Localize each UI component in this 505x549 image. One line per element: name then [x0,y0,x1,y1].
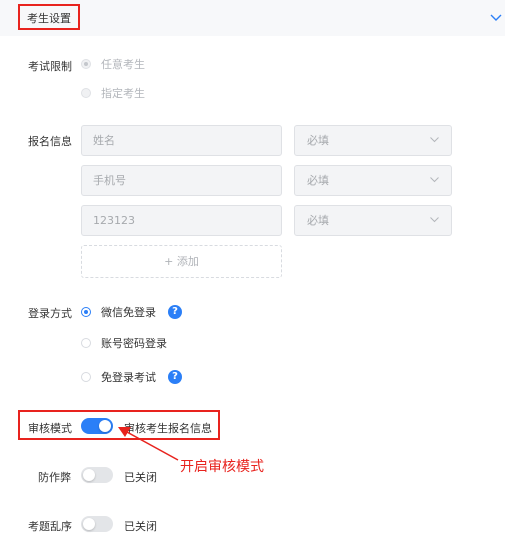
annotation-text: 开启审核模式 [180,459,264,475]
chevron-down-icon [430,137,439,143]
chevron-down-icon[interactable] [489,10,503,24]
add-field-button[interactable]: + 添加 [81,245,282,278]
shuffle-status: 已关闭 [124,520,157,533]
required-select[interactable]: 必填 [294,205,452,236]
required-select[interactable]: 必填 [294,165,452,196]
help-icon[interactable]: ? [168,370,182,384]
required-select-value: 必填 [307,174,329,187]
signup-field-name[interactable]: 姓名 [81,125,282,156]
chevron-down-icon [430,177,439,183]
radio-no-login[interactable]: 免登录考试 ? [81,369,182,385]
exam-limit-label: 考试限制 [28,60,72,73]
signup-field-phone[interactable]: 手机号 [81,165,282,196]
radio-button[interactable] [81,307,91,317]
toggle-knob [83,518,95,530]
radio-button[interactable] [81,372,91,382]
signup-info-label: 报名信息 [28,135,72,148]
required-select[interactable]: 必填 [294,125,452,156]
chevron-down-icon [430,217,439,223]
signup-field-custom[interactable]: 123123 [81,205,282,236]
radio-wechat-login[interactable]: 微信免登录 ? [81,304,182,320]
help-icon[interactable]: ? [168,305,182,319]
anti-cheat-label: 防作弊 [38,471,71,484]
anti-cheat-toggle[interactable] [81,467,113,483]
section-header[interactable]: 考生设置 [0,0,505,36]
required-select-value: 必填 [307,134,329,147]
shuffle-label: 考题乱序 [28,520,72,533]
required-select-value: 必填 [307,214,329,227]
radio-button[interactable] [81,338,91,348]
radio-any-examinee[interactable]: 任意考生 [81,56,145,72]
shuffle-toggle[interactable] [81,516,113,532]
radio-button[interactable] [81,88,91,98]
section-title: 考生设置 [18,4,80,30]
anti-cheat-status: 已关闭 [124,471,157,484]
highlight-box [18,410,220,440]
radio-password-login[interactable]: 账号密码登录 [81,335,167,351]
radio-specific-examinee[interactable]: 指定考生 [81,85,145,101]
toggle-knob [83,469,95,481]
radio-button[interactable] [81,59,91,69]
login-method-label: 登录方式 [28,307,72,320]
